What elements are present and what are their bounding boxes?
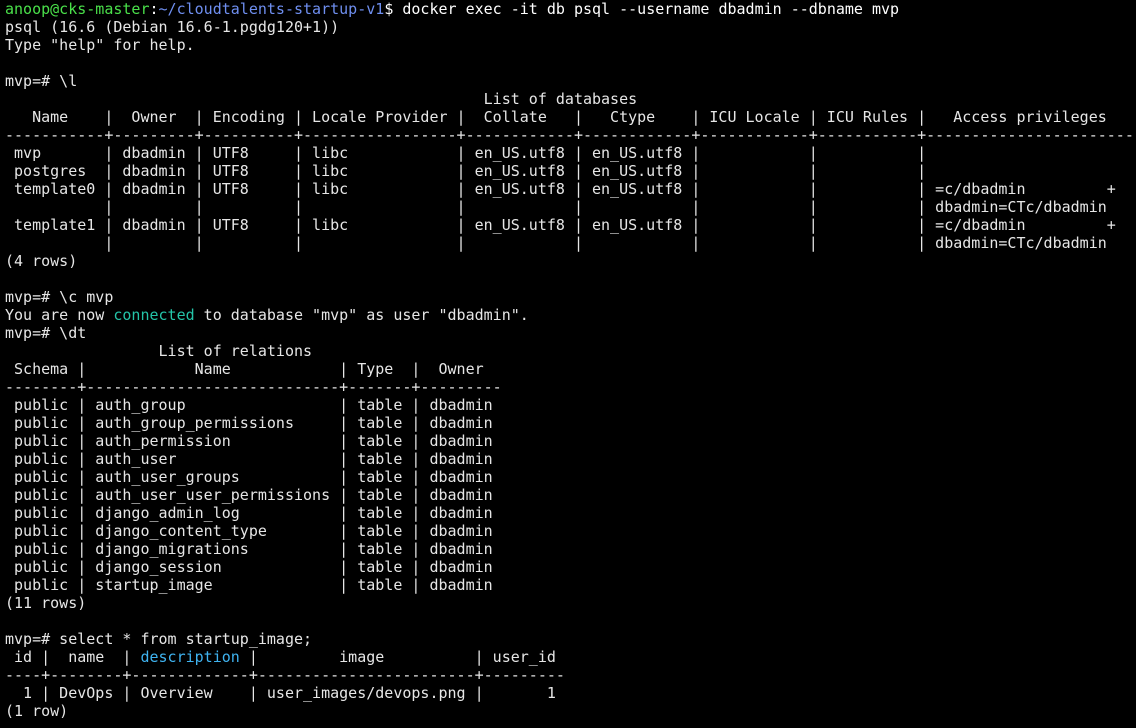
terminal-text: | image | user_id bbox=[239, 648, 556, 666]
terminal-text: template1 | dbadmin | UTF8 | libc | en_U… bbox=[5, 216, 1116, 234]
terminal-text: 1 | DevOps | Overview | user_images/devo… bbox=[5, 684, 556, 702]
terminal-line: Name | Owner | Encoding | Locale Provide… bbox=[5, 108, 1136, 126]
terminal-text: template0 | dbadmin | UTF8 | libc | en_U… bbox=[5, 180, 1116, 198]
terminal-text: postgres | dbadmin | UTF8 | libc | en_US… bbox=[5, 162, 927, 180]
terminal-text: mvp | dbadmin | UTF8 | libc | en_US.utf8… bbox=[5, 144, 927, 162]
terminal-line: | | | | | | | | dbadmin=CTc/dbadmin bbox=[5, 198, 1136, 216]
terminal-line: You are now connected to database "mvp" … bbox=[5, 306, 1136, 324]
terminal-line: anoop@cks-master:~/cloudtalents-startup-… bbox=[5, 0, 1136, 18]
terminal-line: --------+----------------------------+--… bbox=[5, 378, 1136, 396]
terminal-text: public | auth_user | table | dbadmin bbox=[5, 450, 493, 468]
terminal-text: to database "mvp" as user "dbadmin". bbox=[194, 306, 529, 324]
terminal-line: List of databases bbox=[5, 90, 1136, 108]
terminal-text: Schema | Name | Type | Owner bbox=[5, 360, 484, 378]
terminal-text: (1 row) bbox=[5, 702, 69, 720]
terminal-line: mvp=# \dt bbox=[5, 324, 1136, 342]
terminal-text: connected bbox=[113, 306, 195, 324]
terminal-line: Schema | Name | Type | Owner bbox=[5, 360, 1136, 378]
terminal-text: id | name | bbox=[5, 648, 141, 666]
terminal-line: public | auth_user | table | dbadmin bbox=[5, 450, 1136, 468]
terminal-text: public | startup_image | table | dbadmin bbox=[5, 576, 493, 594]
terminal-text: (11 rows) bbox=[5, 594, 87, 612]
terminal-line: template1 | dbadmin | UTF8 | libc | en_U… bbox=[5, 216, 1136, 234]
terminal-text: public | django_session | table | dbadmi… bbox=[5, 558, 493, 576]
terminal-text: public | django_admin_log | table | dbad… bbox=[5, 504, 493, 522]
terminal-text: public | auth_user_user_permissions | ta… bbox=[5, 486, 493, 504]
terminal-line: public | auth_user_groups | table | dbad… bbox=[5, 468, 1136, 486]
terminal-line: public | django_session | table | dbadmi… bbox=[5, 558, 1136, 576]
terminal-line: public | django_migrations | table | dba… bbox=[5, 540, 1136, 558]
terminal-line: Type "help" for help. bbox=[5, 36, 1136, 54]
terminal-line: public | startup_image | table | dbadmin bbox=[5, 576, 1136, 594]
terminal-text: anoop@cks-master bbox=[5, 0, 150, 18]
terminal-line: public | auth_group_permissions | table … bbox=[5, 414, 1136, 432]
terminal-line: mvp=# \l bbox=[5, 72, 1136, 90]
terminal-line: ----+--------+-------------+------------… bbox=[5, 666, 1136, 684]
terminal-line: 1 | DevOps | Overview | user_images/devo… bbox=[5, 684, 1136, 702]
terminal-text: public | auth_group_permissions | table … bbox=[5, 414, 493, 432]
terminal-line: public | auth_permission | table | dbadm… bbox=[5, 432, 1136, 450]
terminal-text: --------+----------------------------+--… bbox=[5, 378, 502, 396]
terminal-text: $ docker exec -it db psql --username dba… bbox=[384, 0, 900, 18]
terminal-line: public | django_content_type | table | d… bbox=[5, 522, 1136, 540]
terminal-text: | | | | | | | | dbadmin=CTc/dbadmin bbox=[5, 234, 1107, 252]
terminal-text: Name | Owner | Encoding | Locale Provide… bbox=[5, 108, 1107, 126]
terminal-line: public | auth_group | table | dbadmin bbox=[5, 396, 1136, 414]
terminal-line: mvp | dbadmin | UTF8 | libc | en_US.utf8… bbox=[5, 144, 1136, 162]
terminal-line: | | | | | | | | dbadmin=CTc/dbadmin bbox=[5, 234, 1136, 252]
terminal-line: psql (16.6 (Debian 16.6-1.pgdg120+1)) bbox=[5, 18, 1136, 36]
terminal-line: (4 rows) bbox=[5, 252, 1136, 270]
terminal-line: mvp=# select * from startup_image; bbox=[5, 630, 1136, 648]
terminal-text: Type "help" for help. bbox=[5, 36, 195, 54]
terminal-text: public | django_content_type | table | d… bbox=[5, 522, 493, 540]
terminal-text: mvp=# \dt bbox=[5, 324, 87, 342]
terminal-text: description bbox=[140, 648, 240, 666]
terminal-text: public | auth_group | table | dbadmin bbox=[5, 396, 493, 414]
terminal-text: public | django_migrations | table | dba… bbox=[5, 540, 493, 558]
terminal-line: List of relations bbox=[5, 342, 1136, 360]
terminal-line: (11 rows) bbox=[5, 594, 1136, 612]
terminal-text: ----+--------+-------------+------------… bbox=[5, 666, 565, 684]
terminal-text: psql (16.6 (Debian 16.6-1.pgdg120+1)) bbox=[5, 18, 340, 36]
terminal-text: public | auth_user_groups | table | dbad… bbox=[5, 468, 493, 486]
terminal-text: mvp=# select * from startup_image; bbox=[5, 630, 313, 648]
terminal-line: template0 | dbadmin | UTF8 | libc | en_U… bbox=[5, 180, 1136, 198]
terminal-line: (1 row) bbox=[5, 702, 1136, 720]
terminal-text: ~/cloudtalents-startup-v1 bbox=[158, 0, 385, 18]
terminal-text: List of databases bbox=[5, 90, 638, 108]
terminal-text: : bbox=[149, 0, 159, 18]
terminal-output[interactable]: anoop@cks-master:~/cloudtalents-startup-… bbox=[0, 0, 1136, 720]
terminal-line: public | django_admin_log | table | dbad… bbox=[5, 504, 1136, 522]
terminal-line: mvp=# \c mvp bbox=[5, 288, 1136, 306]
terminal-line: -----------+---------+----------+-------… bbox=[5, 126, 1136, 144]
terminal-text: List of relations bbox=[5, 342, 313, 360]
terminal-text: public | auth_permission | table | dbadm… bbox=[5, 432, 493, 450]
terminal-line: id | name | description | image | user_i… bbox=[5, 648, 1136, 666]
terminal-text: You are now bbox=[5, 306, 114, 324]
terminal-line: postgres | dbadmin | UTF8 | libc | en_US… bbox=[5, 162, 1136, 180]
terminal-line: public | auth_user_user_permissions | ta… bbox=[5, 486, 1136, 504]
terminal-text: mvp=# \c mvp bbox=[5, 288, 114, 306]
terminal-text: | | | | | | | | dbadmin=CTc/dbadmin bbox=[5, 198, 1107, 216]
terminal-text: mvp=# \l bbox=[5, 72, 78, 90]
terminal-text: (4 rows) bbox=[5, 252, 78, 270]
terminal-text: -----------+---------+----------+-------… bbox=[5, 126, 1134, 144]
